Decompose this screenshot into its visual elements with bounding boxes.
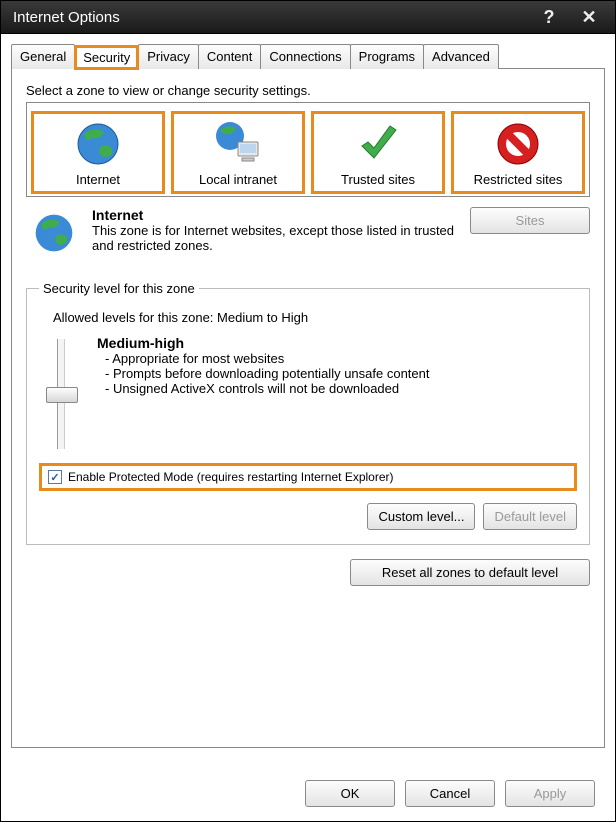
close-button[interactable]: ✕ [569,5,609,29]
zone-local-intranet[interactable]: Local intranet [171,111,305,194]
zone-restricted-sites[interactable]: Restricted sites [451,111,585,194]
dialog-content: General Security Privacy Content Connect… [0,34,616,822]
slider-thumb[interactable] [46,387,78,403]
level-bullet: - Appropriate for most websites [105,351,577,366]
globe-icon [26,207,82,255]
security-level-fieldset: Security level for this zone Allowed lev… [26,281,590,545]
title-bar: Internet Options ? ✕ [0,0,616,34]
checkmark-icon [316,118,440,170]
zone-instruction: Select a zone to view or change security… [26,83,590,98]
fieldset-legend: Security level for this zone [39,281,199,296]
cancel-button[interactable]: Cancel [405,780,495,807]
zone-description: Internet This zone is for Internet websi… [92,207,460,255]
intranet-icon [176,118,300,170]
protected-mode-checkbox[interactable]: ✓ [48,470,62,484]
zone-label: Trusted sites [316,172,440,187]
custom-level-button[interactable]: Custom level... [367,503,475,530]
level-description: Medium-high - Appropriate for most websi… [97,335,577,449]
tab-connections[interactable]: Connections [260,44,350,69]
reset-zones-button[interactable]: Reset all zones to default level [350,559,590,586]
tab-programs[interactable]: Programs [350,44,424,69]
security-panel: Select a zone to view or change security… [11,68,605,748]
zone-label: Internet [36,172,160,187]
tab-privacy[interactable]: Privacy [138,44,199,69]
tab-general[interactable]: General [11,44,75,69]
zone-trusted-sites[interactable]: Trusted sites [311,111,445,194]
security-level-slider[interactable] [39,335,83,449]
allowed-levels: Allowed levels for this zone: Medium to … [53,310,577,325]
tab-strip: General Security Privacy Content Connect… [11,44,605,69]
protected-mode-label: Enable Protected Mode (requires restarti… [68,470,394,484]
tab-advanced[interactable]: Advanced [423,44,499,69]
zones-list: Internet Local intranet Trusted sites Re… [26,102,590,197]
level-name: Medium-high [97,335,184,351]
zone-title: Internet [92,207,143,223]
tab-security[interactable]: Security [74,45,139,70]
tab-content[interactable]: Content [198,44,262,69]
zone-label: Local intranet [176,172,300,187]
help-button[interactable]: ? [529,5,569,29]
zone-desc-text: This zone is for Internet websites, exce… [92,223,454,253]
level-bullet: - Prompts before downloading potentially… [105,366,577,381]
default-level-button[interactable]: Default level [483,503,577,530]
ok-button[interactable]: OK [305,780,395,807]
protected-mode-row: ✓ Enable Protected Mode (requires restar… [39,463,577,491]
window-title: Internet Options [13,9,529,26]
level-bullet: - Unsigned ActiveX controls will not be … [105,381,577,396]
zone-description-row: Internet This zone is for Internet websi… [26,207,590,255]
prohibited-icon [456,118,580,170]
zone-internet[interactable]: Internet [31,111,165,194]
sites-button[interactable]: Sites [470,207,590,234]
dialog-buttons: OK Cancel Apply [305,780,595,807]
apply-button[interactable]: Apply [505,780,595,807]
globe-icon [36,118,160,170]
zone-label: Restricted sites [456,172,580,187]
